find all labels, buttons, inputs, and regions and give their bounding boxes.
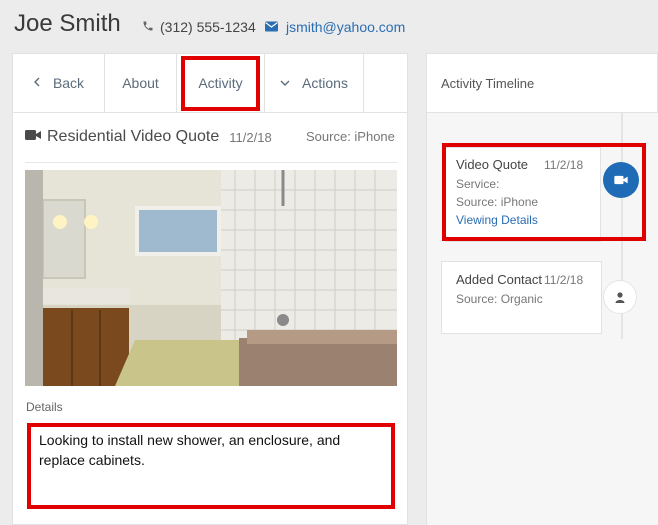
activity-panel: Back About Activity Actions Residential …: [12, 53, 409, 525]
timeline-header: Activity Timeline: [427, 54, 658, 113]
tab-about-label: About: [122, 75, 159, 91]
tab-actions-label: Actions: [302, 75, 348, 91]
timeline-item-source: Source: Organic: [456, 292, 543, 306]
tab-actions[interactable]: Actions: [265, 54, 364, 112]
contact-name: Joe Smith: [14, 10, 121, 37]
timeline-panel: Activity Timeline Video Quote 11/2/18 Se…: [426, 53, 658, 525]
details-text[interactable]: Looking to install new shower, an enclos…: [27, 423, 395, 509]
highlight-box: [181, 56, 260, 111]
details-label: Details: [26, 400, 63, 414]
activity-title: Residential Video Quote: [47, 128, 220, 145]
chevron-left-icon: [33, 76, 41, 90]
email-link[interactable]: jsmith@yahoo.com: [286, 19, 405, 35]
activity-date: 11/2/18: [229, 129, 272, 145]
chevron-down-icon: [280, 76, 290, 90]
timeline-list: Video Quote 11/2/18 Service: Source: iPh…: [427, 113, 658, 525]
video-camera-icon: [25, 128, 41, 146]
tab-back[interactable]: Back: [13, 54, 105, 112]
contact-phone[interactable]: (312) 555-1234: [142, 19, 256, 35]
activity-source: Source: iPhone: [306, 129, 395, 144]
highlight-box: [442, 143, 646, 241]
tab-about[interactable]: About: [105, 54, 177, 112]
contact-email[interactable]: jsmith@yahoo.com: [265, 19, 405, 35]
tab-activity[interactable]: Activity: [177, 54, 265, 112]
contact-header: Joe Smith (312) 555-1234 jsmith@yahoo.co…: [0, 0, 658, 52]
phone-icon: [142, 19, 154, 35]
phone-number: (312) 555-1234: [160, 19, 256, 35]
envelope-icon: [265, 19, 278, 35]
activity-title-row: Residential Video Quote 11/2/18: [25, 128, 272, 146]
person-icon: [603, 280, 637, 314]
timeline-item-title: Added Contact: [456, 272, 543, 287]
timeline-item-date: 11/2/18: [544, 273, 584, 287]
divider: [25, 162, 397, 163]
tab-bar: Back About Activity Actions: [13, 54, 409, 113]
timeline-card-added-contact[interactable]: Added Contact 11/2/18 Source: Organic: [441, 261, 602, 334]
tab-back-label: Back: [52, 75, 85, 91]
bathroom-photo[interactable]: [25, 170, 397, 386]
